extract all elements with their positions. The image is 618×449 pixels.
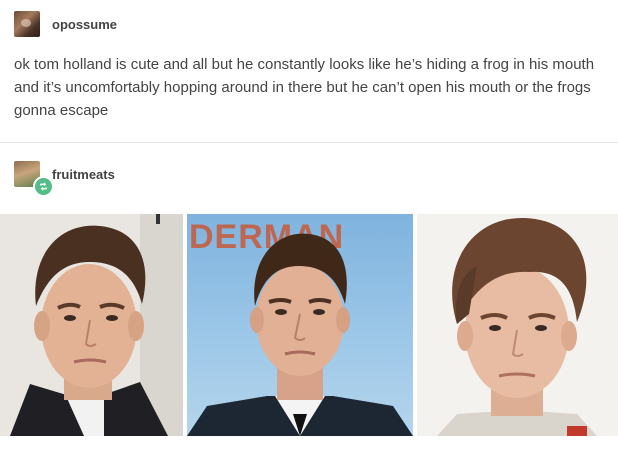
reblog-icon: [33, 176, 54, 197]
photo-1[interactable]: irk: [0, 214, 183, 436]
photo-3[interactable]: [417, 214, 618, 436]
portrait-2: [187, 233, 413, 436]
reblogger-username[interactable]: fruitmeats: [52, 167, 115, 182]
photo-set: irk: [0, 214, 618, 436]
portrait-1: [10, 214, 183, 436]
op-header: opossume: [14, 11, 117, 37]
op-username[interactable]: opossume: [52, 17, 117, 32]
portrait-3: [437, 217, 597, 436]
op-avatar[interactable]: [14, 11, 40, 37]
photo-2[interactable]: DERMAN: [187, 214, 413, 436]
post-text: ok tom holland is cute and all but he co…: [14, 56, 595, 119]
reblog-header: fruitmeats: [14, 161, 115, 187]
divider: [0, 142, 618, 143]
